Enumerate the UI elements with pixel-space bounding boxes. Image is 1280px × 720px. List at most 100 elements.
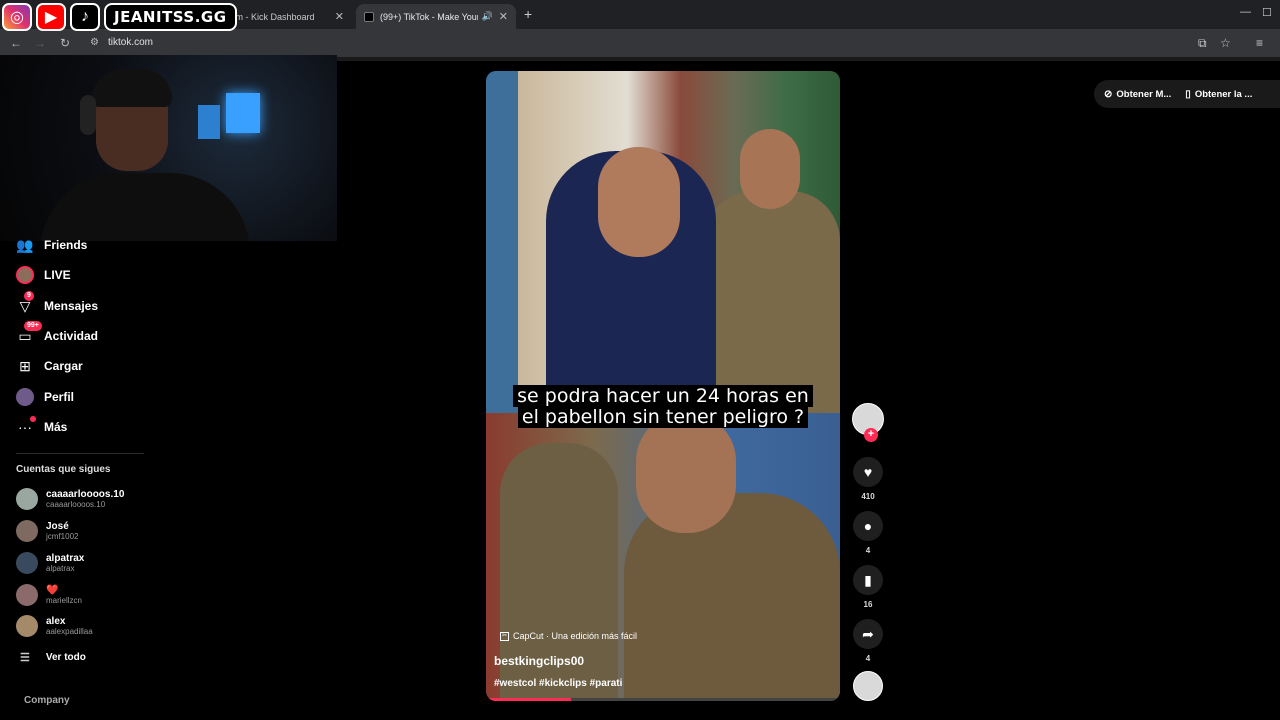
list-icon: ☰ [20,652,30,664]
account-name: ❤️ [46,584,59,596]
sidebar-item-upload[interactable]: ⊞ Cargar [16,355,83,377]
sidebar-item-messages[interactable]: ▽ 9 Mensajes [16,291,98,317]
account-name: alpatrax [46,552,85,564]
avatar [16,520,38,542]
coin-icon: ⊘ [1104,88,1113,100]
avatar [853,671,883,701]
sidebar-item-activity[interactable]: ▭ 99+ Actividad [16,321,99,347]
page-top-border [336,57,1280,61]
monitor-glow [198,105,220,139]
sidebar-item-friends[interactable]: 👥 Friends [16,234,87,256]
streamer-hair [92,69,172,107]
speaker-icon[interactable]: 🔊 [482,11,493,22]
sidebar-item-label: LIVE [44,268,71,282]
video-figure [598,147,680,257]
video-hashtags[interactable]: #westcol #kickclips #parati [494,678,622,689]
activity-badge: 99+ [24,321,42,331]
share-button[interactable]: ➦ 4 [850,619,886,663]
reading-list-icon[interactable]: ≡ [1256,36,1263,50]
following-account[interactable]: caaaarloooos.10 caaaarloooos.10 [16,488,124,510]
headset [80,95,96,135]
video-player[interactable]: se podra hacer un 24 horas en el pabello… [486,71,840,701]
see-all-label: Ver todo [45,652,86,663]
more-icon: ··· [16,416,36,436]
profile-icon [16,388,34,406]
friends-icon: 👥 [16,236,34,253]
url-field[interactable]: tiktok.com [108,37,153,48]
live-icon [16,266,34,284]
close-icon[interactable]: ✕ [335,10,344,23]
account-handle: jcmf1002 [46,531,79,541]
account-name: José [46,520,69,532]
creator-avatar-button[interactable]: + [850,403,886,442]
close-icon[interactable]: ✕ [499,10,508,23]
caption-line: se podra hacer un 24 horas en [513,385,813,407]
tiktok-favicon-icon [364,11,374,22]
avatar [16,584,38,606]
following-account[interactable]: alex aalexpadillaa [16,615,93,637]
account-handle: aalexpadillaa [46,626,93,636]
comment-button[interactable]: ● 4 [850,511,886,555]
sidebar-item-label: Cargar [44,359,83,373]
pill-label: Obtener M... [1116,88,1172,100]
capcut-link[interactable]: ✂ CapCut · Una edición más fácil [500,631,637,641]
following-account[interactable]: ❤️ mariellzcn [16,584,82,606]
streamer-body [40,173,250,241]
account-name: caaaarloooos.10 [46,488,125,500]
bookmark-star-icon[interactable]: ☆ [1220,36,1231,50]
caption-line: el pabellon sin tener peligro ? [517,406,809,428]
forward-icon[interactable]: → [34,36,46,50]
heart-icon: ♥ [853,457,883,487]
comment-icon: ● [853,511,883,541]
video-figure [704,191,840,413]
get-app-bar: ⊘ Obtener M... ▯ Obtener la ... [1094,80,1280,108]
video-progress-fill [486,698,571,701]
following-account[interactable]: José jcmf1002 [16,520,78,542]
company-link[interactable]: Company [24,695,70,706]
avatar [16,615,38,637]
save-count: 16 [863,600,873,609]
sidebar-item-more[interactable]: ··· Más [16,416,67,438]
minimize-icon[interactable]: — [1240,6,1251,18]
comment-count: 4 [865,546,871,555]
back-icon[interactable]: ← [10,36,22,50]
site-info-icon[interactable]: ⚙ [90,37,99,48]
following-account[interactable]: alpatrax alpatrax [16,552,84,574]
share-count: 4 [865,654,871,663]
video-frame-top [486,71,840,413]
video-author[interactable]: bestkingclips00 [494,654,584,668]
messages-icon: ▽ 9 [16,291,34,315]
video-caption: se podra hacer un 24 horas en el pabello… [506,385,820,428]
account-name: alex [46,615,66,627]
sidebar-item-profile[interactable]: Perfil [16,386,74,408]
get-mobile-app-button[interactable]: ▯ Obtener la ... [1185,89,1252,100]
tab-tiktok[interactable]: (99+) TikTok - Make Your Da 🔊 ✕ [356,4,516,29]
sound-avatar-button[interactable] [850,671,886,701]
install-app-icon[interactable]: ⧉ [1198,36,1207,51]
account-handle: mariellzcn [46,595,83,605]
video-progress-bar[interactable] [486,698,840,701]
avatar: + [852,403,884,442]
get-app-button[interactable]: ⊘ Obtener M... [1104,89,1171,100]
video-figure [740,129,800,209]
sidebar-item-live[interactable]: LIVE [16,264,71,286]
new-tab-button[interactable]: + [524,6,532,22]
tab-label: (99+) TikTok - Make Your Da [380,11,478,22]
sidebar-item-label: Actividad [44,329,99,343]
save-button[interactable]: ▮ 16 [850,565,886,609]
tiktok-logo-icon: ♪ [70,3,100,31]
instagram-logo-icon: ◎ [2,3,32,31]
see-all-button[interactable]: ☰ Ver todo [20,651,86,664]
streamer-brand: JEANITSS.GG [104,3,237,31]
phone-icon: ▯ [1185,88,1191,100]
upload-icon: ⊞ [19,357,31,374]
webcam-feed [0,55,337,241]
maximize-icon[interactable]: ☐ [1262,6,1272,19]
reload-icon[interactable]: ↻ [60,36,70,50]
follow-plus-icon[interactable]: + [864,428,878,442]
like-button[interactable]: ♥ 410 [850,457,886,501]
sidebar-item-label: Friends [44,238,88,252]
stream-overlay-logos: ◎ ▶ ♪ JEANITSS.GG [0,0,237,34]
avatar [16,488,38,510]
sidebar-item-label: Más [44,420,68,434]
